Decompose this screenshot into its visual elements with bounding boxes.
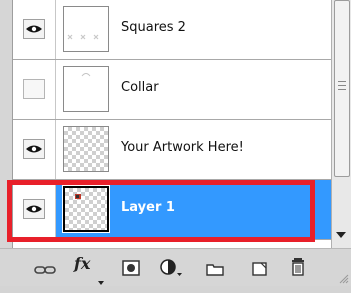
eye-icon xyxy=(26,145,42,153)
layer-row-squares-2[interactable]: Squares 2 xyxy=(13,0,331,60)
visibility-toggle[interactable] xyxy=(23,19,45,39)
visibility-toggle[interactable] xyxy=(23,139,45,159)
collar-preview-icon xyxy=(81,73,91,77)
layer-name[interactable]: Your Artwork Here! xyxy=(121,140,244,155)
layer-row-your-artwork[interactable]: Your Artwork Here! xyxy=(13,120,331,180)
mask-icon[interactable] xyxy=(122,258,140,278)
visibility-toggle[interactable] xyxy=(23,79,45,99)
layer-row-collar[interactable]: Collar xyxy=(13,60,331,120)
link-icon[interactable] xyxy=(34,260,56,280)
trash-icon[interactable] xyxy=(290,257,306,277)
layer-thumbnail xyxy=(63,126,109,172)
visibility-cell xyxy=(13,120,56,179)
new-layer-icon[interactable] xyxy=(252,258,268,278)
artwork-mark-icon xyxy=(75,194,81,199)
layer-thumbnail xyxy=(62,185,110,233)
group-folder-icon[interactable] xyxy=(206,259,224,279)
scrollbar-thumb[interactable] xyxy=(334,0,350,177)
eye-icon xyxy=(26,205,42,213)
resize-grip-icon[interactable] xyxy=(339,274,349,284)
fx-dropdown-icon xyxy=(98,281,104,285)
layer-name[interactable]: Squares 2 xyxy=(121,20,186,35)
eye-icon xyxy=(26,25,42,33)
layer-name[interactable]: Collar xyxy=(121,80,159,95)
visibility-cell xyxy=(13,0,56,59)
layer-row-layer-1[interactable]: Layer 1 xyxy=(13,180,331,240)
squares-preview-icon xyxy=(67,34,99,40)
fx-icon[interactable]: fx xyxy=(74,254,90,274)
scrollbar[interactable] xyxy=(331,0,351,248)
layers-toolbar: fx xyxy=(0,248,351,286)
visibility-cell xyxy=(13,180,56,239)
grip-icon xyxy=(338,81,346,93)
layers-list: Squares 2 Collar Your Artwork Here! Laye… xyxy=(12,0,331,248)
visibility-toggle[interactable] xyxy=(23,199,45,219)
layers-panel: Squares 2 Collar Your Artwork Here! Laye… xyxy=(0,0,351,286)
adjustment-icon[interactable] xyxy=(160,258,182,278)
visibility-cell xyxy=(13,60,56,119)
scroll-down-arrow-icon[interactable] xyxy=(336,232,346,238)
layer-thumbnail xyxy=(63,66,109,112)
layer-name[interactable]: Layer 1 xyxy=(121,200,175,215)
layer-thumbnail xyxy=(63,6,109,52)
